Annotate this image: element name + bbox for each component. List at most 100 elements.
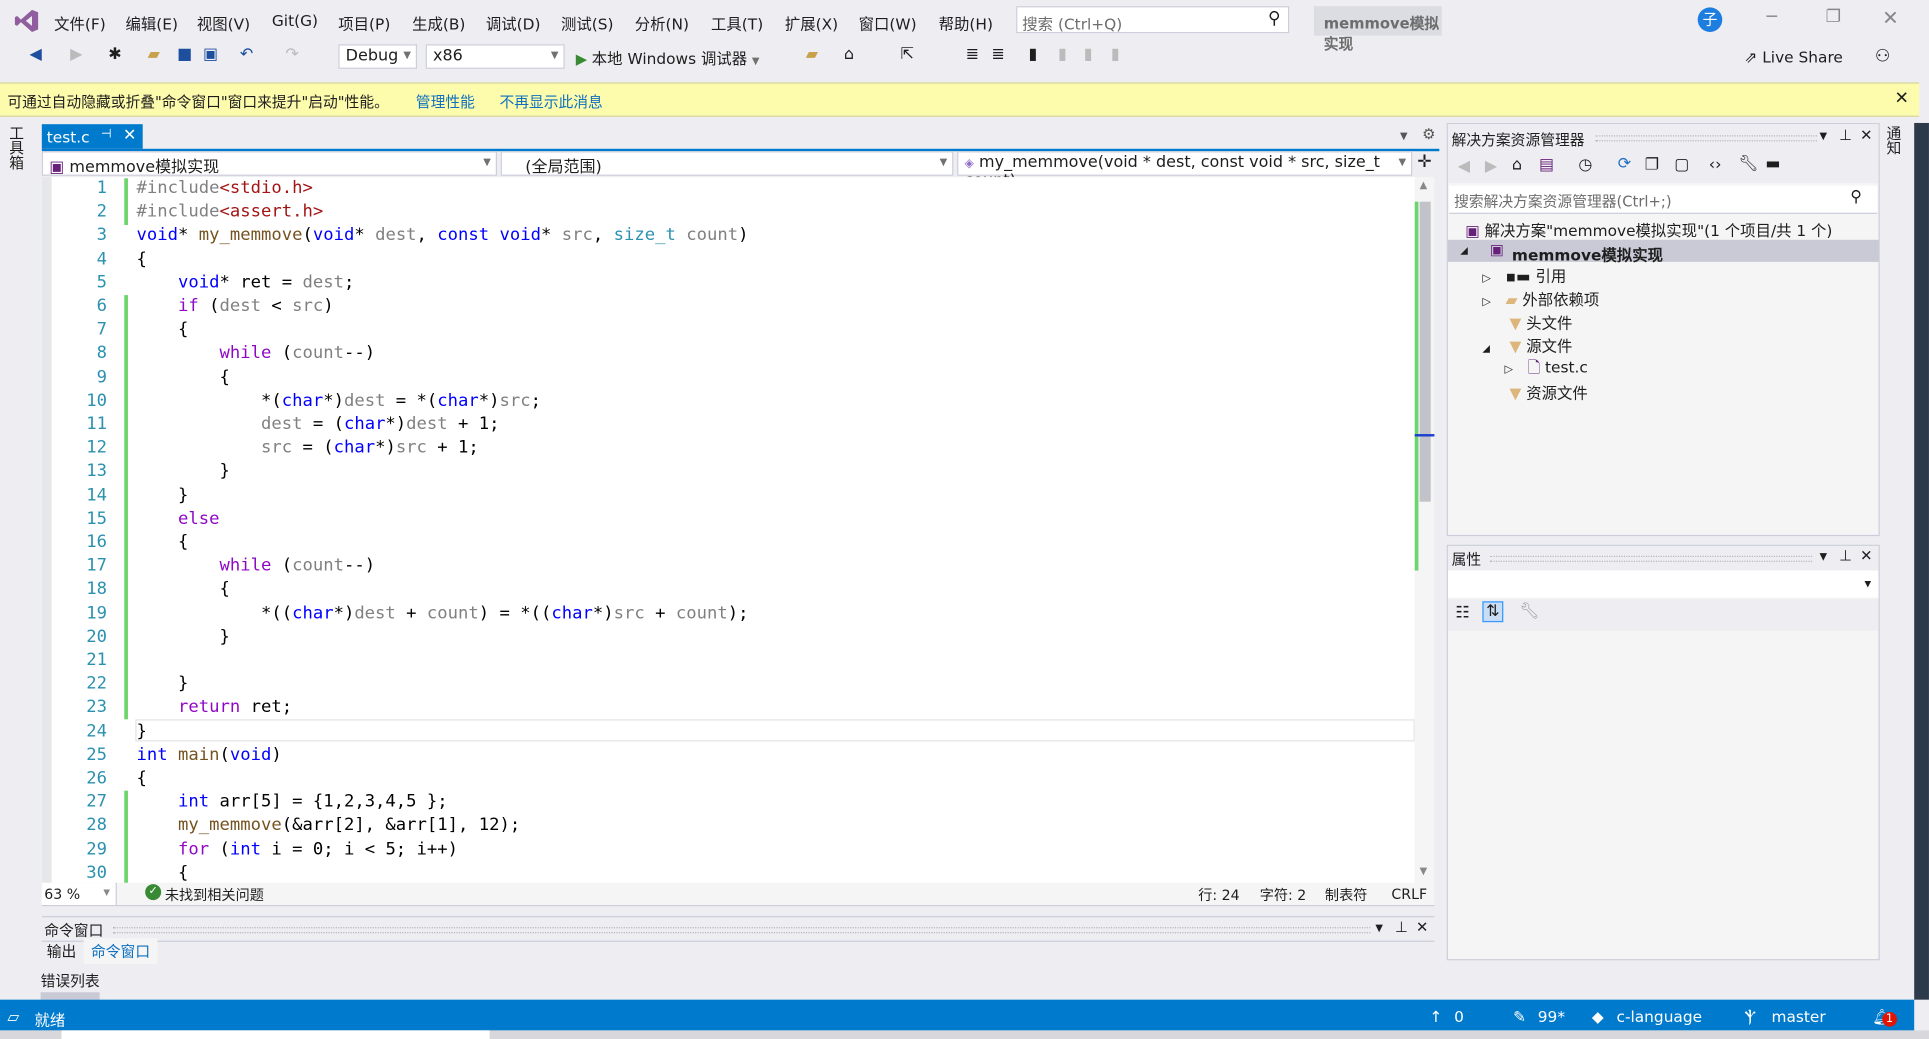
panel-menu-icon[interactable]: ▼ [1819,551,1827,562]
close-panel-icon[interactable]: ✕ [1860,127,1872,144]
menu-edit[interactable]: 编辑(E) [125,11,177,34]
tree-source-files[interactable]: ◢ ▼ 源文件 [1482,333,1572,356]
pending-changes-icon[interactable]: ◷ [1578,156,1592,174]
code-line[interactable]: { [137,862,188,886]
code-line[interactable]: for (int i = 0; i < 5; i++) [137,838,458,862]
settings-gear-icon[interactable]: ⚙ [1422,125,1435,142]
restore-button[interactable]: ❐ [1826,7,1841,27]
scrollbar-thumb[interactable] [1419,201,1431,502]
code-line[interactable]: { [137,248,147,272]
comment-icon[interactable]: ≣ [966,45,979,63]
code-line[interactable]: while (count--) [137,342,376,366]
categorized-icon[interactable]: ☷ [1455,604,1469,622]
show-all-files-icon[interactable]: ▢ [1674,156,1689,174]
new-project-icon[interactable]: ✱ [108,45,121,63]
notification-badge[interactable]: 1 [1882,1011,1897,1027]
manage-performance-link[interactable]: 管理性能 [416,91,475,112]
tab-output[interactable]: 输出 [47,941,77,962]
undo-icon[interactable]: ↶ [240,45,253,63]
tree-header-files[interactable]: ▼ 头文件 [1509,310,1572,333]
code-line[interactable]: my_memmove(&arr[2], &arr[1], 12); [137,814,521,838]
code-line[interactable]: *((char*)dest + count) = *((char*)src + … [137,602,749,626]
back-icon[interactable]: ◀ [30,45,42,63]
menu-window[interactable]: 窗口(W) [859,11,917,34]
tree-solution[interactable]: ▣ 解决方案"memmove模拟实现"(1 个项目/共 1 个) [1465,218,1832,241]
home-icon[interactable]: ⌂ [1512,156,1522,174]
close-tab-icon[interactable]: ✕ [123,127,136,145]
menu-view[interactable]: 视图(V) [197,11,250,34]
start-debugging-button[interactable]: ▶ 本地 Windows 调试器 ▼ [576,45,760,68]
bookmark-prev-icon[interactable]: ▮ [1058,45,1067,63]
vertical-scrollbar[interactable]: ▲ ▼ [1414,177,1435,883]
code-line[interactable]: int arr[5] = {1,2,3,4,5 }; [137,791,448,815]
code-line[interactable]: void* my_memmove(void* dest, const void*… [137,224,749,248]
pin-icon[interactable]: ⊥ [1395,919,1408,936]
code-line[interactable]: return ret; [137,696,292,720]
menu-project[interactable]: 项目(P) [338,11,390,34]
scroll-down-icon[interactable]: ▼ [1420,866,1428,877]
forward-icon[interactable]: ▶ [1485,157,1497,175]
toolbox-tab[interactable]: 工具箱 [7,125,27,169]
tab-overflow-icon[interactable]: ▼ [1400,130,1408,141]
pin-icon[interactable]: ⊣ [101,128,112,142]
code-line[interactable]: } [137,720,147,744]
global-search-input[interactable]: 搜索 (Ctrl+Q) ⚲ [1016,6,1290,34]
code-line[interactable]: dest = (char*)dest + 1; [137,413,500,437]
split-icon[interactable]: ✛ [1417,152,1431,172]
code-line[interactable]: int main(void) [137,744,282,768]
code-line[interactable]: { [137,531,188,555]
scope-nav-select[interactable]: (全局范围) ▼ [500,151,954,177]
panel-menu-icon[interactable]: ▼ [1375,922,1383,933]
object-select[interactable]: ▼ [1447,570,1879,598]
minimize-button[interactable]: ─ [1767,7,1777,27]
line-indicator[interactable]: 行: 24 [1198,885,1239,905]
platform-select[interactable]: x86 ▼ [425,44,565,69]
zoom-select[interactable]: 63 % ▼ [41,882,117,905]
pin-icon[interactable]: ⊥ [1839,547,1852,564]
code-line[interactable]: } [137,626,229,650]
tree-external-deps[interactable]: ▷ ▰ 外部依赖项 [1482,286,1599,309]
scroll-up-icon[interactable]: ▲ [1420,180,1428,191]
code-line[interactable]: #include<stdio.h> [137,177,313,201]
sync-icon[interactable]: ⟳ [1618,155,1631,173]
menu-extensions[interactable]: 扩展(X) [785,11,838,34]
menu-analyze[interactable]: 分析(N) [635,11,689,34]
notifications-tab[interactable]: 通知 [1885,125,1904,155]
branch-name[interactable]: master [1771,1007,1825,1025]
tree-test-c[interactable]: ▷ 🗋︎ test.c [1505,357,1588,383]
code-line[interactable]: { [137,767,147,791]
step-icon[interactable]: ⇱ [901,45,914,63]
tree-references[interactable]: ▷ ▪▬ 引用 [1482,263,1566,286]
feedback-icon[interactable]: ⚇ [1875,47,1890,67]
unpushed-count[interactable]: 0 [1454,1007,1464,1025]
pending-changes-count[interactable]: 99* [1538,1007,1565,1025]
menu-file[interactable]: 文件(F) [54,11,106,34]
live-share-button[interactable]: ⇗ Live Share [1744,48,1842,66]
code-line[interactable]: *(char*)dest = *(char*)src; [137,390,541,414]
browser-icon[interactable]: ⌂ [844,45,854,63]
tree-project[interactable]: ◢ ▣ memmove模拟实现 [1447,239,1879,264]
branch-icon[interactable]: Ⲯ [1744,1007,1755,1027]
close-window-button[interactable]: ✕ [1882,6,1898,29]
code-line[interactable]: } [137,673,188,697]
redo-icon[interactable]: ↷ [285,45,298,63]
menu-test[interactable]: 测试(S) [561,11,614,34]
menu-git[interactable]: Git(G) [272,11,318,29]
property-pages-icon[interactable]: 🔧︎ [1519,603,1539,621]
tab-test-c[interactable]: test.c ⊣ ✕ [41,124,143,149]
code-line[interactable]: void* ret = dest; [137,271,354,295]
code-line[interactable]: { [137,366,229,390]
repository-name[interactable]: c-language [1616,1007,1702,1025]
configuration-select[interactable]: Debug ▼ [338,44,418,69]
code-line[interactable]: { [137,578,229,602]
open-file-icon[interactable]: ▰ [148,45,160,63]
code-line[interactable]: { [137,319,188,343]
bookmark-next-icon[interactable]: ▮ [1084,45,1093,63]
back-icon[interactable]: ◀ [1458,157,1470,175]
pencil-icon[interactable]: ✎ [1513,1007,1526,1025]
preview-icon[interactable]: ▬ [1765,155,1780,173]
bookmark-icon[interactable]: ▮ [1028,45,1037,63]
menu-debug[interactable]: 调试(D) [486,11,541,34]
code-line[interactable]: } [137,484,188,508]
tree-resource-files[interactable]: ▼ 资源文件 [1509,380,1587,403]
